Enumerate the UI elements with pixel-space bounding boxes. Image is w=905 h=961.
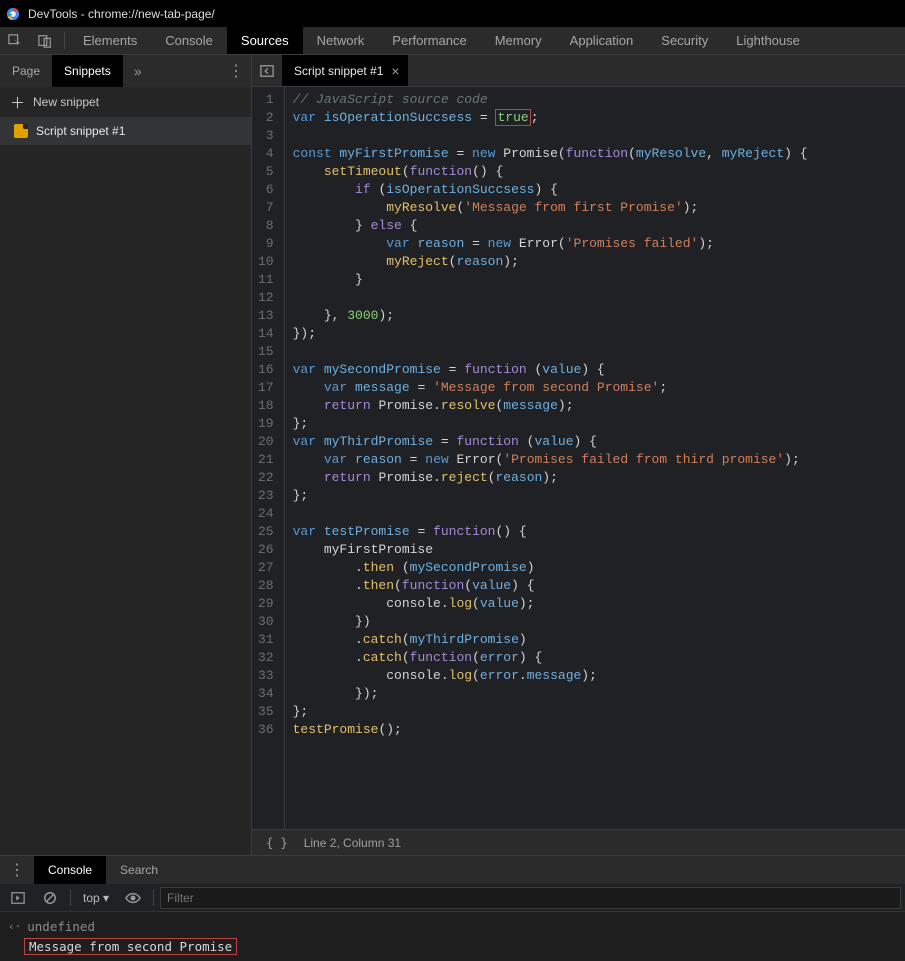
devtools-tabstrip: ElementsConsoleSourcesNetworkPerformance… — [0, 27, 905, 55]
console-output[interactable]: ‹· undefined Message from second Promise — [0, 912, 905, 961]
tab-application[interactable]: Application — [556, 27, 648, 54]
tab-memory[interactable]: Memory — [481, 27, 556, 54]
tab-network[interactable]: Network — [303, 27, 379, 54]
console-drawer: ⋮ ConsoleSearch top ▾ ‹ — [0, 855, 905, 961]
execution-context-selector[interactable]: top ▾ — [77, 891, 115, 905]
clear-console-icon[interactable] — [36, 886, 64, 910]
new-snippet-button[interactable]: ＋ New snippet — [0, 87, 251, 117]
drawer-menu-icon[interactable]: ⋮ — [0, 856, 34, 884]
tab-sources[interactable]: Sources — [227, 27, 303, 54]
console-message: Message from second Promise — [24, 938, 237, 955]
tab-performance[interactable]: Performance — [378, 27, 480, 54]
console-row: Message from second Promise — [8, 936, 897, 956]
live-expression-icon[interactable] — [119, 886, 147, 910]
cursor-position: Line 2, Column 31 — [304, 836, 401, 850]
tab-console[interactable]: Console — [151, 27, 227, 54]
code-body[interactable]: // JavaScript source codevar isOperation… — [285, 87, 816, 829]
new-snippet-label: New snippet — [33, 95, 99, 109]
more-tabs-icon[interactable]: » — [123, 55, 153, 87]
editor-tab-label: Script snippet #1 — [294, 64, 383, 78]
window-titlebar: DevTools - chrome://new-tab-page/ — [0, 0, 905, 27]
pretty-print-icon[interactable]: { } — [266, 836, 288, 850]
drawer-tab-console[interactable]: Console — [34, 856, 106, 884]
return-icon: ‹· — [8, 920, 21, 933]
console-filter[interactable] — [160, 887, 901, 909]
console-toolbar: top ▾ — [0, 884, 905, 912]
code-editor[interactable]: 1234567891011121314151617181920212223242… — [252, 87, 905, 829]
device-toggle-icon[interactable] — [30, 27, 60, 54]
console-sidebar-icon[interactable] — [4, 886, 32, 910]
navigator-panel: PageSnippets » ⋮ ＋ New snippet Script sn… — [0, 55, 252, 855]
inspect-element-icon[interactable] — [0, 27, 30, 54]
editor-statusbar: { } Line 2, Column 31 — [252, 829, 905, 855]
tab-security[interactable]: Security — [647, 27, 722, 54]
console-filter-input[interactable] — [160, 887, 901, 909]
tab-elements[interactable]: Elements — [69, 27, 151, 54]
chrome-icon — [6, 7, 20, 21]
editor-area: Script snippet #1 × 12345678910111213141… — [252, 55, 905, 855]
drawer-tab-search[interactable]: Search — [106, 856, 172, 884]
close-icon[interactable]: × — [391, 63, 399, 79]
line-gutter: 1234567891011121314151617181920212223242… — [252, 87, 285, 829]
navigator-menu-icon[interactable]: ⋮ — [221, 55, 251, 87]
console-row: ‹· undefined — [8, 916, 897, 936]
toggle-navigator-icon[interactable] — [252, 55, 282, 86]
navigator-tabs: PageSnippets » ⋮ — [0, 55, 251, 87]
console-message: undefined — [27, 919, 95, 934]
navigator-tab-snippets[interactable]: Snippets — [52, 55, 123, 87]
snippet-file-label: Script snippet #1 — [36, 124, 125, 138]
tab-lighthouse[interactable]: Lighthouse — [722, 27, 814, 54]
navigator-tab-page[interactable]: Page — [0, 55, 52, 87]
editor-tab[interactable]: Script snippet #1 × — [282, 55, 408, 86]
snippet-file-icon — [14, 124, 28, 138]
window-title: DevTools - chrome://new-tab-page/ — [28, 7, 215, 21]
drawer-tabstrip: ⋮ ConsoleSearch — [0, 856, 905, 884]
snippet-file[interactable]: Script snippet #1 — [0, 117, 251, 145]
plus-icon: ＋ — [10, 92, 25, 113]
editor-tabstrip: Script snippet #1 × — [252, 55, 905, 87]
